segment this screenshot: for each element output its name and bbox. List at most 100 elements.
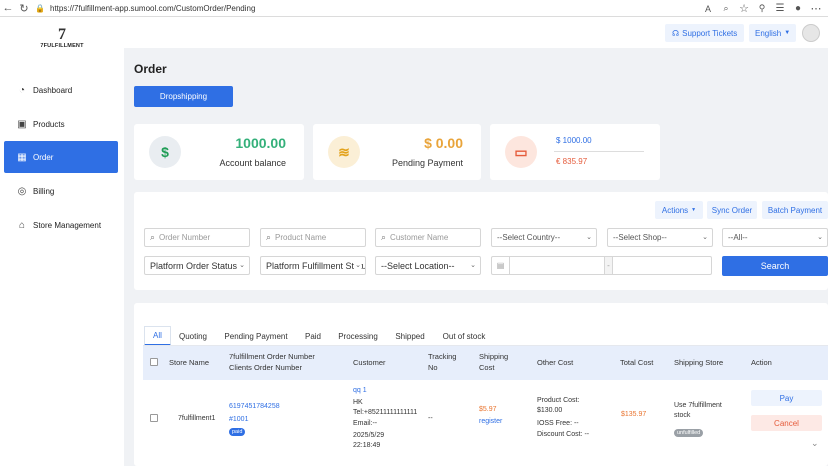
tab-shipped[interactable]: Shipped — [390, 326, 430, 346]
date-separator: - — [604, 257, 613, 274]
lock-icon: 🔒 — [35, 3, 45, 13]
pending-value: $ 0.00 — [424, 135, 463, 151]
sidebar-item-dashboard[interactable]: ◔ Dashboard — [4, 74, 118, 106]
column-action: Action — [751, 358, 772, 367]
eur-value: € 835.97 — [556, 157, 588, 166]
chevron-down-icon: ⌄ — [586, 234, 592, 241]
shop-select-value: --Select Shop-- — [613, 233, 667, 242]
column-other-cost: Other Cost — [537, 358, 574, 367]
shop-select[interactable]: --Select Shop-- ⌄ — [607, 228, 713, 247]
extensions-icon[interactable]: ⚲ — [754, 1, 770, 17]
page-title: Order — [134, 62, 167, 76]
translate-icon[interactable]: A — [700, 1, 716, 17]
all-select[interactable]: --All-- ⌄ — [722, 228, 828, 247]
chevron-down-icon: ⌄ — [702, 234, 708, 241]
tab-out-of-stock[interactable]: Out of stock — [437, 326, 491, 346]
customer-name[interactable]: qq 1 — [353, 385, 367, 396]
order-number-input[interactable]: ⌕ Order Number — [144, 228, 250, 247]
sidebar-item-billing[interactable]: ◎ Billing — [4, 175, 118, 207]
more-icon[interactable]: ⋯ — [808, 1, 824, 17]
language-label: English — [755, 28, 782, 38]
order-number-placeholder: Order Number — [159, 233, 211, 242]
refresh-icon[interactable]: ↻ — [16, 0, 32, 16]
sidebar-item-products[interactable]: ▣ Products — [4, 108, 118, 140]
chevron-down-icon: ⌄ — [817, 234, 823, 241]
country-select[interactable]: --Select Country-- ⌄ — [491, 228, 597, 247]
search-button[interactable]: Search — [722, 256, 828, 276]
column-client-order: Clients Order Number — [229, 363, 302, 372]
logo-text: 7FULFILLMENT — [40, 43, 84, 49]
customer-name-placeholder: Customer Name — [390, 233, 449, 242]
client-order-link[interactable]: #1001 — [229, 414, 248, 425]
tab-pending-payment[interactable]: Pending Payment — [220, 326, 292, 346]
tab-paid[interactable]: Paid — [300, 326, 326, 346]
headset-icon: ☊ — [672, 28, 680, 38]
sidebar-item-label: Store Management — [33, 220, 102, 230]
order-number-link[interactable]: 6197451784258 — [229, 401, 280, 412]
all-select-value: --All-- — [728, 233, 748, 242]
logo[interactable]: 7 7FULFILLMENT — [38, 27, 86, 57]
back-icon[interactable]: ← — [0, 0, 16, 16]
tab-processing[interactable]: Processing — [334, 326, 382, 346]
support-tickets-button[interactable]: ☊ Support Tickets — [665, 24, 745, 42]
profile-icon[interactable]: ● — [790, 1, 806, 17]
chevron-down-icon: ⌄ — [470, 262, 476, 269]
platform-fulfillment-status-select[interactable]: Platform Fulfillment Status ⌄ — [260, 256, 366, 275]
select-all-checkbox[interactable] — [150, 358, 158, 366]
account-balance-card: $ 1000.00 Account balance — [134, 124, 304, 180]
browser-toolbar: ← ↻ 🔒 https://7fulfillment-app.sumool.co… — [0, 0, 828, 17]
batch-payment-button[interactable]: Batch Payment — [762, 201, 828, 219]
product-name-input[interactable]: ⌕ Product Name — [260, 228, 366, 247]
date-range-picker[interactable]: ▤ - — [491, 256, 712, 275]
platform-order-status-value: Platform Order Status — [150, 260, 238, 271]
search-icon: ⌕ — [150, 232, 156, 242]
column-shipping: Shipping — [479, 352, 509, 361]
expand-row-icon[interactable]: ⌄ — [811, 438, 819, 449]
status-badge: paid — [229, 428, 246, 436]
star-icon[interactable]: ☆ — [736, 1, 752, 17]
coins-stack-icon: ≋ — [328, 136, 360, 168]
actions-label: Actions — [661, 205, 689, 215]
column-shipping-store: Shipping Store — [674, 358, 724, 367]
favorites-icon[interactable]: ☰ — [772, 1, 788, 17]
language-select[interactable]: English ▼ — [749, 24, 797, 42]
calendar-icon: ▤ — [492, 257, 510, 274]
coins-icon: ◎ — [17, 185, 27, 197]
actions-button[interactable]: Actions ▼ — [655, 201, 703, 219]
shipping-register-link[interactable]: register — [479, 416, 502, 427]
location-select[interactable]: --Select Location-- ⌄ — [375, 256, 481, 275]
store-icon: ⌂ — [18, 219, 26, 231]
pending-payment-card: ≋ $ 0.00 Pending Payment — [313, 124, 481, 180]
row-checkbox[interactable] — [150, 414, 158, 422]
platform-fulfillment-status-value: Platform Fulfillment Status — [266, 260, 366, 271]
sidebar-item-store-management[interactable]: ⌂ Store Management — [4, 209, 118, 241]
dropshipping-button[interactable]: Dropshipping — [134, 86, 233, 107]
customer-email: Email:-- — [353, 420, 378, 427]
fulfillment-badge: unfulfilled — [674, 429, 704, 437]
cancel-button[interactable]: Cancel — [751, 415, 822, 431]
dollar-icon: $ — [149, 136, 181, 168]
currency-card: ▭ $ 1000.00 € 835.97 — [490, 124, 660, 180]
credit-card-icon: ▭ — [505, 136, 537, 168]
chevron-down-icon: ⌄ — [354, 261, 361, 269]
chevron-down-icon: ⌄ — [238, 261, 245, 269]
sidebar-item-order[interactable]: ▦ Order — [4, 141, 118, 173]
address-bar[interactable]: https://7fulfillment-app.sumool.com/Cust… — [50, 4, 255, 13]
product-name-placeholder: Product Name — [275, 233, 327, 242]
shipping-cost: $5.97 — [479, 406, 497, 413]
caret-down-icon: ▼ — [691, 207, 697, 213]
grid-icon: ▦ — [17, 151, 27, 163]
avatar[interactable] — [802, 24, 820, 42]
tracking-number: -- — [428, 415, 433, 422]
sidebar-item-label: Dashboard — [33, 85, 73, 95]
store-name: 7fulfillment1 — [178, 415, 216, 422]
tab-quoting[interactable]: Quoting — [174, 326, 212, 346]
pay-button[interactable]: Pay — [751, 390, 822, 406]
platform-order-status-select[interactable]: Platform Order Status ⌄ — [144, 256, 250, 275]
customer-name-input[interactable]: ⌕ Customer Name — [375, 228, 481, 247]
top-header: ☊ Support Tickets English ▼ — [124, 17, 828, 48]
zoom-icon[interactable]: ⌕ — [718, 1, 734, 17]
tab-all[interactable]: All — [144, 326, 171, 346]
box-icon: ▣ — [17, 118, 27, 130]
sync-order-button[interactable]: Sync Order — [707, 201, 757, 219]
